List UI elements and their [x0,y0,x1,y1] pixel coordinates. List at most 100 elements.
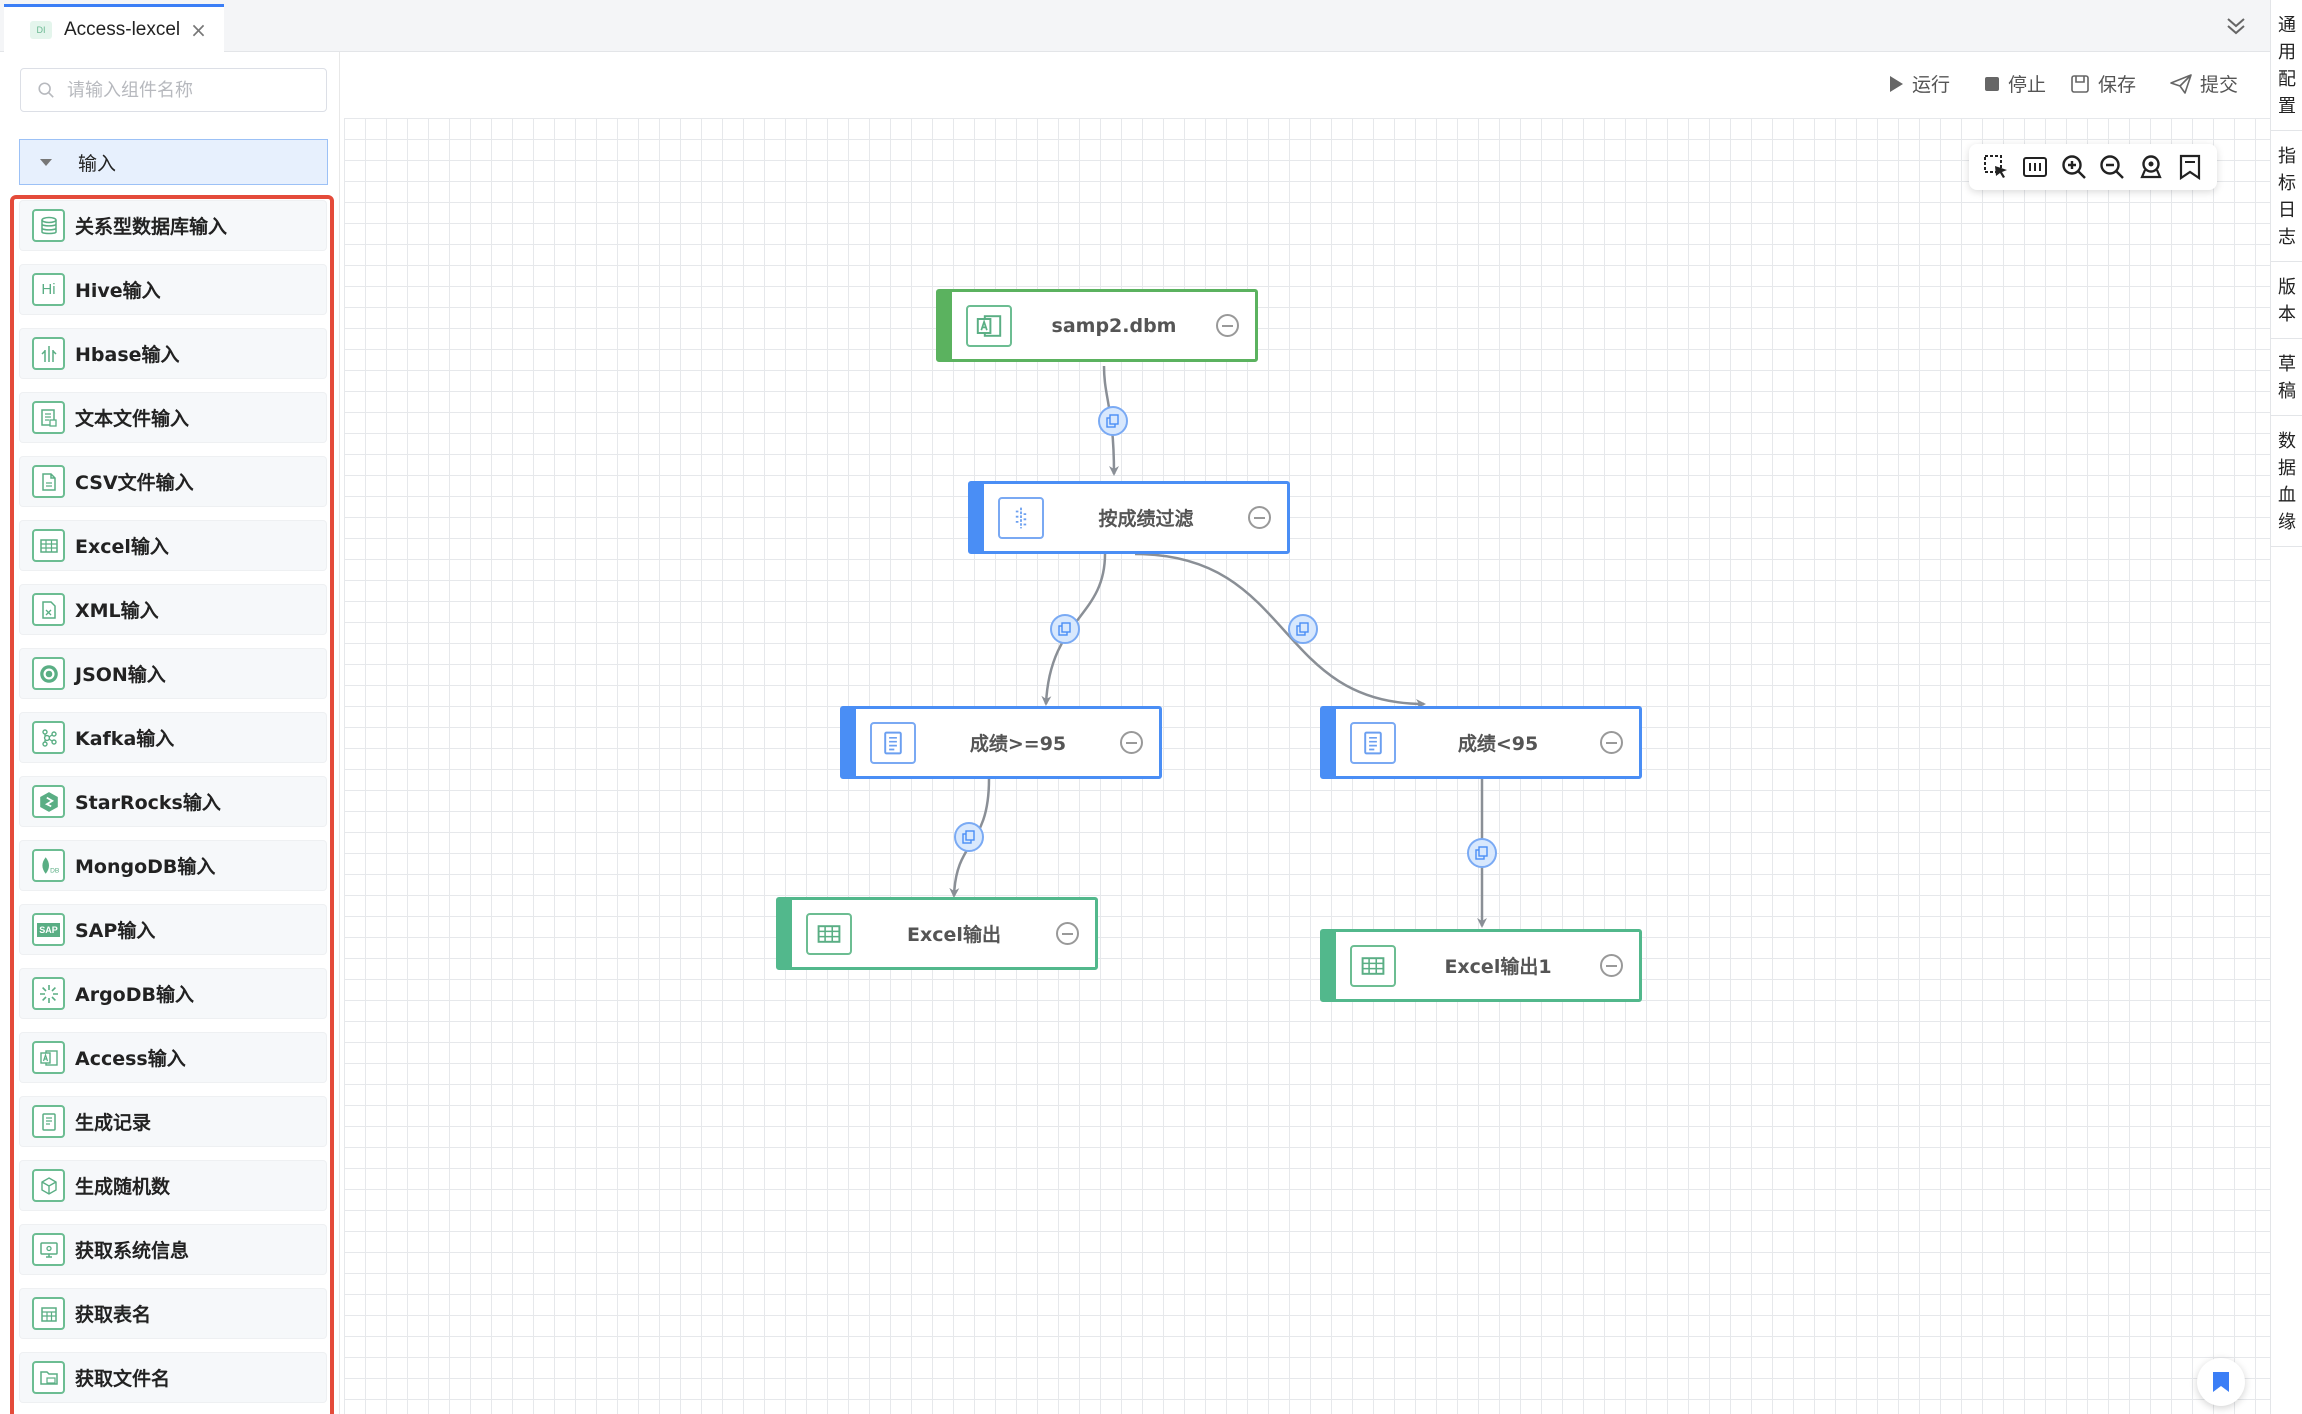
component-json-input[interactable]: JSON输入 [20,649,326,698]
submit-button[interactable]: 提交 [2170,70,2238,97]
collapse-node-icon[interactable] [1056,922,1079,945]
component-generate-record[interactable]: 生成记录 [20,1097,326,1146]
collapse-node-icon[interactable] [1248,506,1271,529]
xml-file-icon [32,593,65,626]
group-label: 输入 [78,152,117,175]
node-label: samp2.dbm [1051,314,1177,337]
component-text-file-input[interactable]: 文本文件输入 [20,393,326,442]
component-rdb-input[interactable]: 关系型数据库输入 [20,201,326,250]
component-argodb-input[interactable]: ArgoDB输入 [20,969,326,1018]
component-sap-input[interactable]: SAP SAP输入 [20,905,326,954]
right-panel-data-lineage[interactable]: 数 据 血 缘 [2271,416,2302,547]
filter-icon [998,496,1044,539]
component-csv-input[interactable]: CSV文件输入 [20,457,326,506]
toolbar: 运行 停止 保存 提交 [344,52,2270,118]
collapse-node-icon[interactable] [1216,314,1239,337]
edge-copy-icon[interactable] [954,822,984,852]
caret-down-icon [40,158,52,166]
stop-button[interactable]: 停止 [1984,70,2046,97]
component-label: Hive输入 [75,280,161,302]
component-starrocks-input[interactable]: StarRocks输入 [20,777,326,826]
node-excel-output-1[interactable]: Excel输出1 [1320,929,1642,1002]
component-list: 关系型数据库输入 Hi Hive输入 Hbase输入 文本文件输入 CSV文件输… [20,201,326,1414]
component-sidebar: 输入 关系型数据库输入 Hi Hive输入 Hbase输入 文本文件输入 [0,52,340,1414]
search-icon [38,82,54,98]
right-panel: 通 用 配 置 指 标 日 志 版 本 草 稿 数 据 血 缘 [2270,0,2302,1414]
excel-icon [1350,944,1396,987]
system-info-icon [32,1233,65,1266]
edge-copy-icon[interactable] [1098,406,1128,436]
node-label: Excel输出1 [1444,956,1552,978]
component-xml-input[interactable]: XML输入 [20,585,326,634]
flow-canvas[interactable]: samp2.dbm 按成绩过滤 成绩>=95 成绩<95 Excel输出 Exc… [344,118,2270,1414]
right-panel-metrics-log[interactable]: 指 标 日 志 [2271,131,2302,262]
component-label: 获取系统信息 [75,1240,190,1262]
component-file-name[interactable]: 获取文件名 [20,1353,326,1402]
node-filter-by-score[interactable]: 按成绩过滤 [968,481,1290,554]
hbase-icon [32,337,65,370]
edge-copy-icon[interactable] [1288,614,1318,644]
component-label: 生成记录 [75,1112,152,1134]
node-label: 按成绩过滤 [1098,508,1194,530]
save-button[interactable]: 保存 [2070,70,2136,97]
group-header-input[interactable]: 输入 [19,139,328,185]
stop-icon [1985,76,1999,91]
component-label: CSV文件输入 [75,472,194,494]
component-table-name[interactable]: 获取表名 [20,1289,326,1338]
starrocks-icon [32,785,65,818]
json-icon [32,657,65,690]
excel-icon [806,912,852,955]
mongodb-icon: DB [32,849,65,882]
play-icon [1890,75,1903,92]
component-label: Access输入 [75,1048,186,1070]
tab-label: Access-lexcel [64,18,181,40]
close-icon[interactable]: × [190,18,207,42]
sap-icon: SAP [32,913,65,946]
component-label: 获取表名 [75,1304,152,1326]
access-icon [32,1041,65,1074]
component-label: JSON输入 [75,664,166,686]
kafka-icon [32,721,65,754]
tab-bar: DI Access-lexcel × [0,0,2270,52]
edge-copy-icon[interactable] [1050,614,1080,644]
edge-copy-icon[interactable] [1467,838,1497,868]
search-input[interactable] [67,79,307,101]
component-access-input[interactable]: Access输入 [20,1033,326,1082]
chevron-double-down-icon[interactable] [2224,14,2248,38]
component-hbase-input[interactable]: Hbase输入 [20,329,326,378]
component-system-info[interactable]: 获取系统信息 [20,1225,326,1274]
node-score-pass[interactable]: 成绩>=95 [840,706,1162,779]
component-label: Hbase输入 [75,344,180,366]
collapse-node-icon[interactable] [1120,731,1143,754]
collapse-node-icon[interactable] [1600,954,1623,977]
component-label: 生成随机数 [75,1176,171,1198]
bookmark-icon[interactable] [2197,1358,2245,1406]
edge-filter-to-fail [1134,552,1426,709]
component-kafka-input[interactable]: Kafka输入 [20,713,326,762]
collapse-node-icon[interactable] [1600,731,1623,754]
component-excel-input[interactable]: Excel输入 [20,521,326,570]
generate-record-icon [32,1105,65,1138]
node-excel-output[interactable]: Excel输出 [776,897,1098,970]
node-samp2-dbm[interactable]: samp2.dbm [936,289,1258,362]
component-search [20,68,327,112]
component-random-number[interactable]: 生成随机数 [20,1161,326,1210]
component-label: MongoDB输入 [75,856,216,878]
component-label: StarRocks输入 [75,792,221,814]
node-score-fail[interactable]: 成绩<95 [1320,706,1642,779]
excel-icon [32,529,65,562]
flow-edges [949,365,1487,928]
right-panel-version[interactable]: 版 本 [2271,262,2302,339]
component-label: Kafka输入 [75,728,175,750]
random-number-icon [32,1169,65,1202]
component-mongodb-input[interactable]: DB MongoDB输入 [20,841,326,890]
data-integration-icon: DI [30,20,52,39]
right-panel-general-config[interactable]: 通 用 配 置 [2271,0,2302,131]
component-hive-input[interactable]: Hi Hive输入 [20,265,326,314]
run-button[interactable]: 运行 [1888,70,1950,97]
right-panel-draft[interactable]: 草 稿 [2271,339,2302,416]
tab-access-lexcel[interactable]: DI Access-lexcel × [4,4,224,52]
table-name-icon [32,1297,65,1330]
csv-file-icon [32,465,65,498]
component-label: SAP输入 [75,920,156,942]
